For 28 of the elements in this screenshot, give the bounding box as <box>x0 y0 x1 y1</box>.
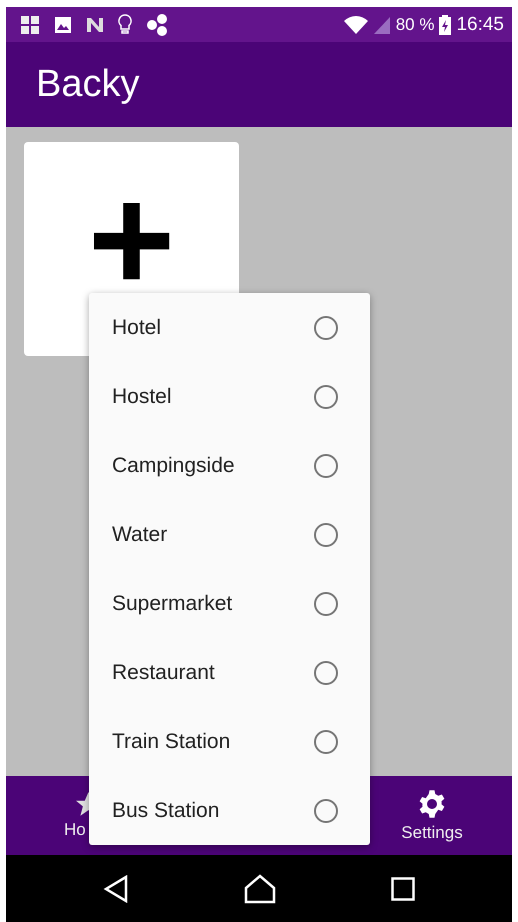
signal-icon <box>372 16 391 34</box>
back-icon[interactable] <box>103 874 130 902</box>
app-title: Backy <box>36 63 140 106</box>
radio-button[interactable] <box>314 316 338 340</box>
radio-button[interactable] <box>314 522 338 546</box>
menu-item[interactable]: Hostel <box>89 362 370 431</box>
star-icon <box>76 792 89 816</box>
radio-button[interactable] <box>314 798 338 822</box>
n-icon <box>86 16 104 34</box>
grid-icon <box>20 14 40 34</box>
home-icon[interactable] <box>244 874 276 904</box>
radio-button[interactable] <box>314 384 338 408</box>
menu-item[interactable]: Campingside <box>89 431 370 500</box>
menu-item[interactable]: Water <box>89 500 370 569</box>
battery-percent: 80 % <box>396 14 434 34</box>
menu-item[interactable]: Train Station <box>89 707 370 776</box>
radio-button[interactable] <box>314 660 338 684</box>
radio-button[interactable] <box>314 592 338 616</box>
battery-icon <box>439 14 452 34</box>
radio-button[interactable] <box>314 454 338 478</box>
settings-icon <box>417 788 447 818</box>
lightbulb-icon <box>118 14 132 36</box>
clock-time: 16:45 <box>456 14 504 36</box>
menu-item[interactable]: Restaurant <box>89 638 370 707</box>
menu-item[interactable]: Supermarket <box>89 569 370 638</box>
image-icon <box>54 16 72 34</box>
radio-button[interactable] <box>314 730 338 754</box>
recents-icon[interactable] <box>390 876 415 900</box>
